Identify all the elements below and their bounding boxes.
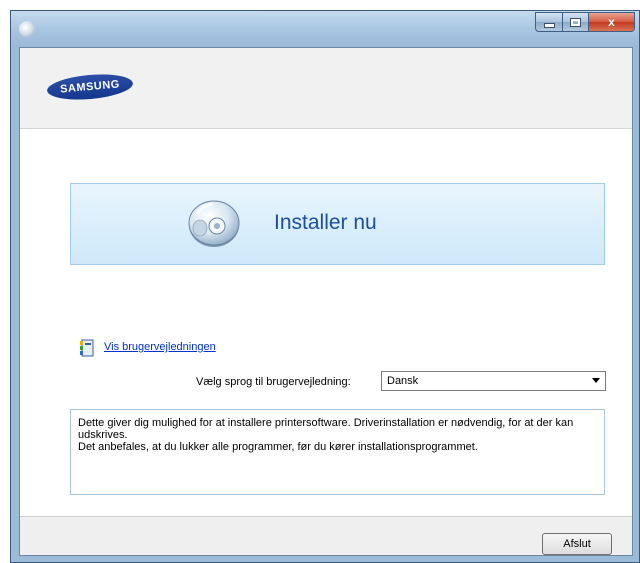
exit-button-label: Afslut: [563, 538, 591, 550]
close-icon: x: [608, 15, 615, 29]
minimize-button[interactable]: [535, 12, 563, 32]
samsung-logo: SAMSUNG: [46, 71, 134, 103]
language-selected-value: Dansk: [387, 375, 419, 387]
maximize-button[interactable]: [563, 12, 589, 32]
description-box: Dette giver dig mulighed for at installe…: [70, 409, 605, 495]
close-button[interactable]: x: [589, 12, 635, 32]
minimize-icon: [543, 22, 555, 28]
installer-window: x SAMSUNG Installer nu Vis brugervejledn…: [10, 10, 640, 563]
description-line-1: Dette giver dig mulighed for at installe…: [78, 417, 574, 441]
cd-disc-icon: [188, 200, 240, 247]
app-icon: [19, 21, 35, 37]
maximize-icon: [570, 17, 581, 27]
client-area: SAMSUNG Installer nu Vis brugervejlednin…: [19, 47, 633, 556]
logo-text: SAMSUNG: [59, 78, 121, 96]
install-now-button[interactable]: Installer nu: [70, 183, 605, 265]
caption-buttons: x: [535, 12, 635, 32]
language-select[interactable]: Dansk: [381, 371, 606, 391]
description-line-2: Det anbefales, at du lukker alle program…: [78, 441, 478, 453]
title-bar[interactable]: x: [11, 11, 639, 47]
user-guide-icon[interactable]: [78, 339, 94, 357]
dropdown-arrow-icon: [592, 378, 600, 383]
install-now-label: Installer nu: [274, 211, 377, 234]
user-guide-link[interactable]: Vis brugervejledningen: [104, 341, 216, 353]
footer: Afslut: [20, 516, 632, 555]
header: SAMSUNG: [20, 48, 632, 129]
exit-button[interactable]: Afslut: [542, 533, 612, 555]
language-label: Vælg sprog til brugervejledning:: [196, 376, 351, 388]
